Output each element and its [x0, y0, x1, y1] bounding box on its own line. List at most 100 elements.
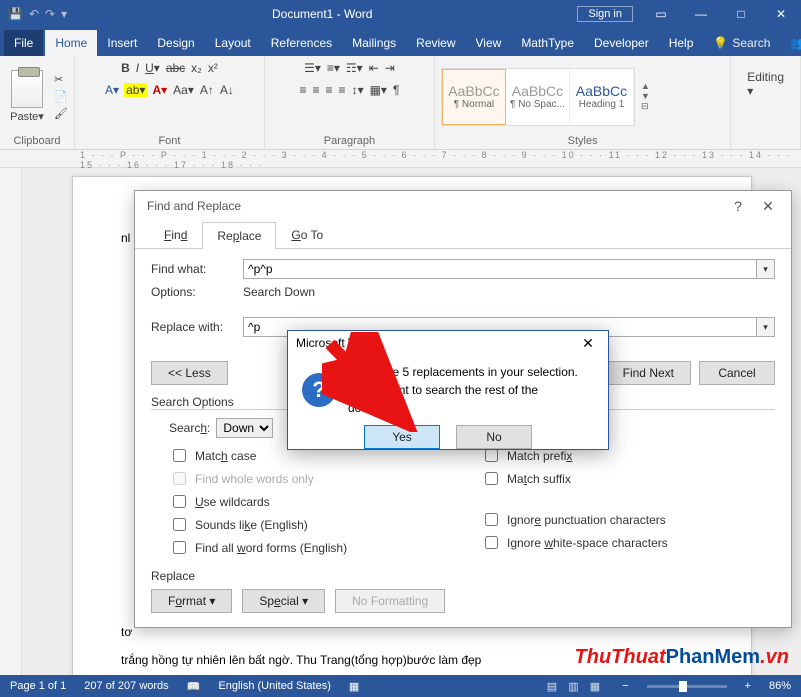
yes-button[interactable]: Yes	[364, 425, 440, 449]
qat-dropdown-icon[interactable]: ▾	[61, 7, 67, 21]
highlight-button[interactable]: ab▾	[124, 83, 147, 97]
status-proofing-icon[interactable]: 📖	[187, 680, 201, 693]
undo-icon[interactable]: ↶	[29, 7, 39, 21]
redo-icon[interactable]: ↷	[45, 7, 55, 21]
msg-close-icon[interactable]: ✕	[576, 335, 600, 352]
change-case-button[interactable]: Aa▾	[172, 82, 195, 98]
strikethrough-button[interactable]: abc	[165, 60, 186, 76]
multilevel-button[interactable]: ☶▾	[345, 60, 364, 76]
view-web-icon[interactable]: ▦	[590, 681, 600, 693]
maximize-button[interactable]: □	[721, 7, 761, 21]
chk-ignore-white[interactable]: Ignore white-space characters	[481, 533, 775, 552]
less-button[interactable]: << Less	[151, 361, 228, 385]
tab-help[interactable]: Help	[659, 30, 704, 56]
zoom-slider[interactable]	[647, 685, 727, 688]
fr-titlebar[interactable]: Find and Replace ? ✕	[135, 191, 791, 221]
subscript-button[interactable]: x₂	[190, 60, 203, 76]
zoom-out-button[interactable]: −	[622, 680, 628, 692]
fr-tab-replace[interactable]: Replace	[202, 222, 276, 249]
tab-file[interactable]: File	[4, 30, 43, 56]
replace-with-dropdown-icon[interactable]: ▾	[757, 317, 775, 337]
status-macro-icon[interactable]: ▦	[349, 680, 359, 693]
special-button[interactable]: Special ▾	[242, 589, 325, 613]
chk-match-suffix[interactable]: Match suffix	[481, 469, 775, 488]
align-left-button[interactable]: ≡	[299, 82, 308, 98]
close-button[interactable]: ✕	[761, 7, 801, 21]
paste-button[interactable]: Paste▾	[6, 70, 48, 123]
text-effects-button[interactable]: A▾	[104, 82, 120, 98]
style-heading-1[interactable]: AaBbCc Heading 1	[570, 69, 634, 125]
gallery-down-icon[interactable]: ▼	[641, 91, 650, 101]
status-words[interactable]: 207 of 207 words	[84, 680, 168, 692]
fr-close-icon[interactable]: ✕	[753, 198, 783, 215]
chk-ignore-punct[interactable]: Ignore punctuation characters	[481, 510, 775, 529]
tab-insert[interactable]: Insert	[97, 30, 147, 56]
tab-view[interactable]: View	[466, 30, 512, 56]
align-center-button[interactable]: ≡	[312, 82, 321, 98]
tab-mathtype[interactable]: MathType	[511, 30, 584, 56]
zoom-level[interactable]: 86%	[769, 680, 791, 692]
style-normal[interactable]: AaBbCc ¶ Normal	[442, 69, 506, 125]
view-buttons: ▤ ▥ ▦	[543, 680, 604, 693]
tab-home[interactable]: Home	[45, 30, 97, 56]
bullets-button[interactable]: ☰▾	[303, 60, 322, 76]
vertical-ruler[interactable]	[0, 168, 22, 678]
gallery-more-icon[interactable]: ⊟	[641, 101, 650, 112]
chk-wildcards[interactable]: Use wildcards	[169, 492, 463, 511]
cancel-button[interactable]: Cancel	[699, 361, 775, 385]
grow-font-button[interactable]: A↑	[199, 82, 215, 98]
styles-gallery[interactable]: AaBbCc ¶ Normal AaBbCc ¶ No Spac... AaBb…	[441, 68, 635, 126]
ribbon-options-icon[interactable]: ▭	[641, 7, 681, 21]
cut-icon[interactable]: ✂	[54, 73, 68, 86]
tab-developer[interactable]: Developer	[584, 30, 659, 56]
increase-indent-button[interactable]: ⇥	[384, 60, 396, 76]
status-language[interactable]: English (United States)	[218, 680, 331, 692]
shading-button[interactable]: ▦▾	[369, 82, 388, 98]
format-button[interactable]: Format ▾	[151, 589, 232, 613]
shrink-font-button[interactable]: A↓	[219, 82, 235, 98]
bold-button[interactable]: B	[120, 60, 131, 76]
copy-icon[interactable]: 📄	[54, 90, 68, 103]
view-print-icon[interactable]: ▥	[568, 681, 578, 693]
no-button[interactable]: No	[456, 425, 532, 449]
line-spacing-button[interactable]: ↕▾	[351, 82, 365, 98]
ribbon-search[interactable]: 💡 Search	[703, 30, 780, 56]
horizontal-ruler[interactable]: 1 · · · P · · · P · · · 1 · · · 2 · · · …	[0, 150, 801, 168]
search-direction-select[interactable]: Down	[216, 418, 273, 438]
font-color-button[interactable]: A▾	[151, 82, 168, 98]
style-no-spacing[interactable]: AaBbCc ¶ No Spac...	[506, 69, 570, 125]
ribbon-share[interactable]: 👥 Share	[780, 30, 801, 56]
view-read-icon[interactable]: ▤	[547, 681, 557, 693]
tab-mailings[interactable]: Mailings	[342, 30, 406, 56]
minimize-button[interactable]: —	[681, 7, 721, 21]
italic-button[interactable]: I	[135, 60, 140, 76]
gallery-up-icon[interactable]: ▲	[641, 81, 650, 91]
align-right-button[interactable]: ≡	[325, 82, 334, 98]
show-marks-button[interactable]: ¶	[392, 82, 400, 98]
tab-review[interactable]: Review	[406, 30, 465, 56]
status-page[interactable]: Page 1 of 1	[10, 680, 66, 692]
fr-tab-goto[interactable]: Go To	[276, 221, 338, 248]
window-controls: ▭ — □ ✕	[641, 7, 801, 21]
tab-references[interactable]: References	[261, 30, 342, 56]
numbering-button[interactable]: ≡▾	[326, 60, 341, 76]
justify-button[interactable]: ≡	[338, 82, 347, 98]
decrease-indent-button[interactable]: ⇤	[368, 60, 380, 76]
chk-sounds-like[interactable]: Sounds like (English)	[169, 515, 463, 534]
group-paragraph: ☰▾ ≡▾ ☶▾ ⇤ ⇥ ≡ ≡ ≡ ≡ ↕▾ ▦▾ ¶ Paragraph	[265, 56, 435, 149]
superscript-button[interactable]: x²	[207, 60, 219, 76]
fr-tab-find[interactable]: Find	[149, 221, 202, 248]
tab-layout[interactable]: Layout	[205, 30, 261, 56]
fr-help-icon[interactable]: ?	[723, 198, 753, 214]
find-what-dropdown-icon[interactable]: ▾	[757, 259, 775, 279]
sign-in-button[interactable]: Sign in	[577, 6, 633, 22]
find-what-input[interactable]	[243, 259, 757, 279]
underline-button[interactable]: U▾	[144, 60, 161, 76]
format-painter-icon[interactable]: 🖌	[54, 107, 68, 120]
find-next-button[interactable]: Find Next	[606, 361, 691, 385]
editing-button[interactable]: Editing▾	[737, 60, 794, 108]
tab-design[interactable]: Design	[147, 30, 204, 56]
chk-word-forms[interactable]: Find all word forms (English)	[169, 538, 463, 557]
zoom-in-button[interactable]: +	[745, 680, 751, 692]
save-icon[interactable]: 💾	[8, 7, 23, 21]
